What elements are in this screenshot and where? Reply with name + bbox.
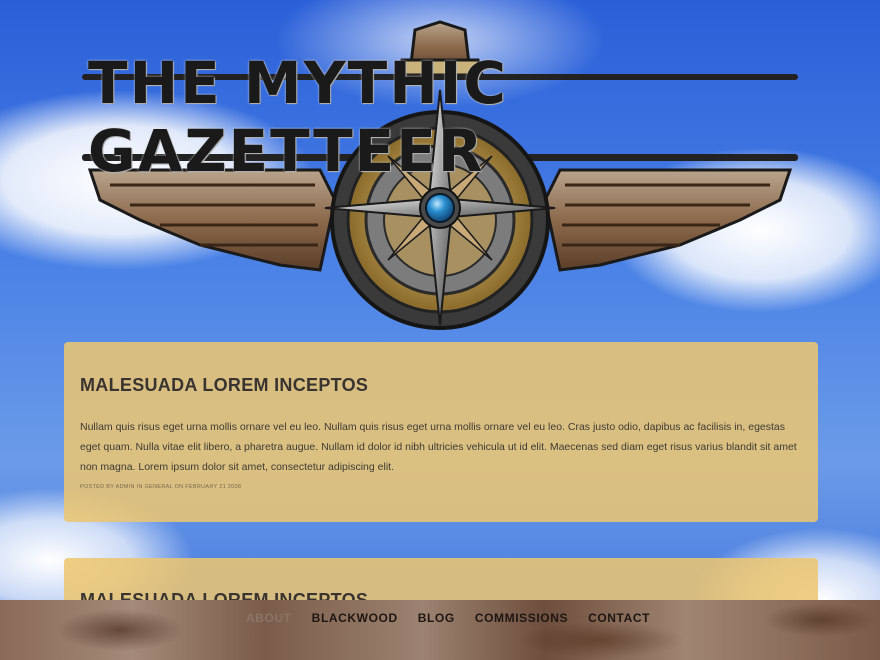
nav-link-about[interactable]: ABOUT <box>246 611 292 625</box>
post-title[interactable]: MALESUADA LOREM INCEPTOS <box>80 375 368 396</box>
compass-gem-icon <box>425 193 455 223</box>
nav-link-contact[interactable]: CONTACT <box>588 611 650 625</box>
nav-link-commissions[interactable]: COMMISSIONS <box>475 611 568 625</box>
post-body: Nullam quis risus eget urna mollis ornar… <box>80 421 797 473</box>
nav-link-blog[interactable]: BLOG <box>418 611 455 625</box>
site-title[interactable]: THE MYTHIC GAZETTEER <box>88 49 798 185</box>
main-nav: ABOUT BLACKWOOD BLOG COMMISSIONS CONTACT <box>246 600 670 636</box>
footer-nav-bar: ABOUT BLACKWOOD BLOG COMMISSIONS CONTACT… <box>0 600 880 660</box>
site-header: THE MYTHIC GAZETTEER <box>0 0 880 340</box>
post-meta: POSTED BY ADMIN IN GENERAL ON FEBRUARY 2… <box>80 484 242 490</box>
blog-post: MALESUADA LOREM INCEPTOS Nullam quis ris… <box>64 342 818 522</box>
nav-link-blackwood[interactable]: BLACKWOOD <box>312 611 398 625</box>
